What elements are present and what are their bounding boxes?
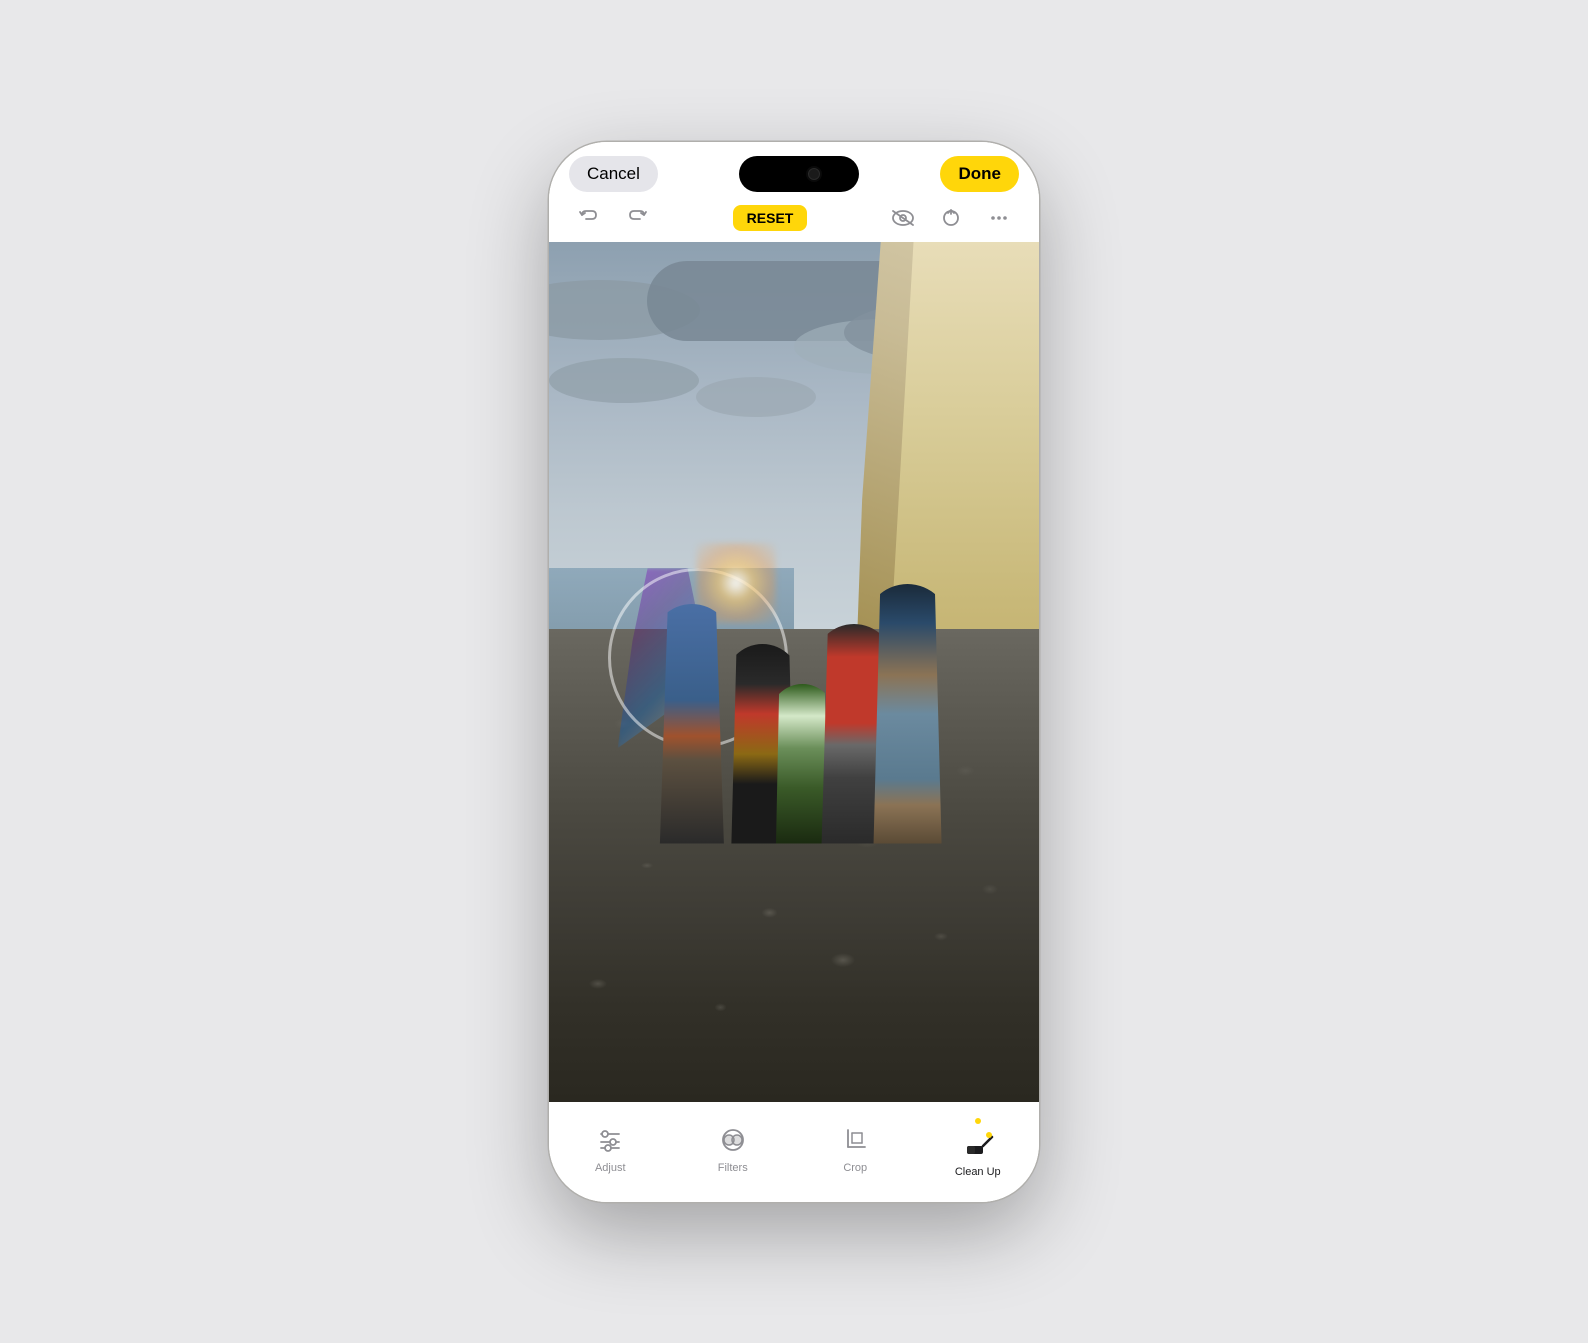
more-options-button[interactable] bbox=[983, 202, 1015, 234]
dynamic-island bbox=[739, 156, 859, 192]
secondary-controls: RESET bbox=[569, 202, 1019, 234]
person-1 bbox=[652, 604, 732, 844]
people-group bbox=[623, 371, 991, 844]
tool-adjust[interactable]: Adjust bbox=[575, 1122, 645, 1174]
tool-cleanup[interactable]: Clean Up bbox=[943, 1118, 1013, 1178]
cleanup-label: Clean Up bbox=[955, 1166, 1001, 1178]
done-button[interactable]: Done bbox=[940, 156, 1019, 192]
bottom-toolbar: Adjust Filters bbox=[549, 1102, 1039, 1202]
phone-screen: Cancel Done bbox=[549, 142, 1039, 1202]
tool-filters[interactable]: Filters bbox=[698, 1122, 768, 1174]
cleanup-icon bbox=[960, 1126, 996, 1162]
cancel-button[interactable]: Cancel bbox=[569, 156, 658, 192]
scene: Cancel Done bbox=[0, 0, 1588, 1343]
front-camera bbox=[808, 168, 820, 180]
undo-button[interactable] bbox=[573, 202, 605, 234]
top-controls: Cancel Done bbox=[569, 156, 1019, 192]
filters-icon bbox=[715, 1122, 751, 1158]
undo-redo-group bbox=[573, 202, 653, 234]
share-button[interactable] bbox=[935, 202, 967, 234]
phone-device: Cancel Done bbox=[549, 142, 1039, 1202]
crop-label: Crop bbox=[843, 1162, 867, 1174]
filters-label: Filters bbox=[718, 1162, 748, 1174]
tool-crop[interactable]: Crop bbox=[820, 1122, 890, 1174]
person-5 bbox=[865, 584, 950, 844]
adjust-label: Adjust bbox=[595, 1162, 626, 1174]
top-bar: Cancel Done bbox=[549, 142, 1039, 242]
active-indicator bbox=[975, 1118, 981, 1124]
photo-canvas[interactable] bbox=[549, 242, 1039, 1102]
crop-icon bbox=[837, 1122, 873, 1158]
photo-background bbox=[549, 242, 1039, 1102]
hide-original-button[interactable] bbox=[887, 202, 919, 234]
adjust-icon bbox=[592, 1122, 628, 1158]
right-icon-group bbox=[887, 202, 1015, 234]
redo-button[interactable] bbox=[621, 202, 653, 234]
reset-button[interactable]: RESET bbox=[733, 205, 808, 231]
